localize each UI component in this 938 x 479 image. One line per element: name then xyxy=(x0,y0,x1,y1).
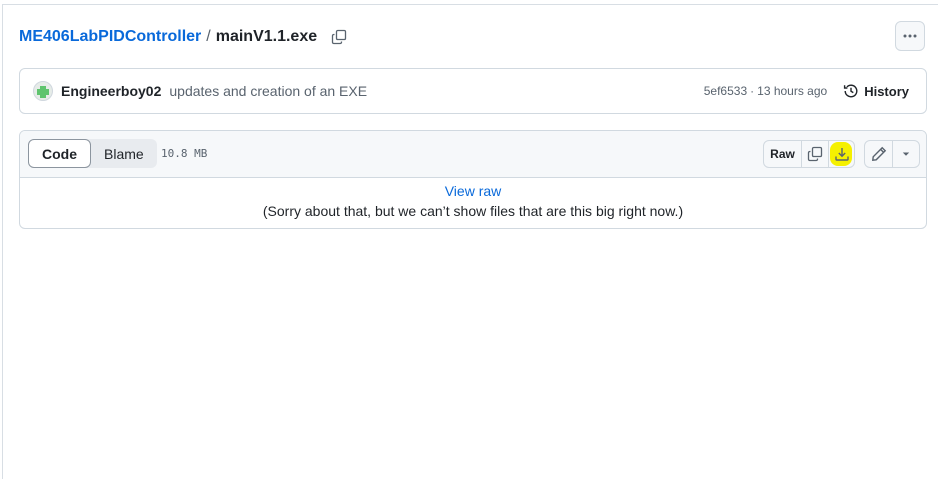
download-raw-button[interactable] xyxy=(829,141,854,167)
file-viewer: Code Blame 10.8 MB Raw View raw (Sorry a… xyxy=(19,130,927,229)
breadcrumb-separator: / xyxy=(206,28,211,45)
raw-actions-group: Raw xyxy=(763,140,855,168)
edit-actions-group xyxy=(864,140,920,168)
commit-sha[interactable]: 5ef6533 xyxy=(704,84,747,98)
breadcrumb: ME406LabPIDController / mainV1.1.exe xyxy=(19,25,350,49)
history-label: History xyxy=(864,83,909,99)
copy-raw-button[interactable] xyxy=(802,141,829,167)
history-icon xyxy=(844,84,858,98)
tab-code[interactable]: Code xyxy=(28,139,91,168)
code-blame-toggle: Code Blame xyxy=(28,139,157,168)
tab-blame[interactable]: Blame xyxy=(91,139,157,168)
latest-commit-box: Engineerboy02 updates and creation of an… xyxy=(19,68,927,114)
commit-message[interactable]: updates and creation of an EXE xyxy=(169,83,367,99)
raw-button[interactable]: Raw xyxy=(764,141,802,167)
commit-time: 13 hours ago xyxy=(757,84,828,98)
commit-author[interactable]: Engineerboy02 xyxy=(61,83,161,99)
file-body: View raw (Sorry about that, but we can’t… xyxy=(20,178,926,222)
kebab-horizontal-icon xyxy=(903,34,917,38)
copy-icon xyxy=(331,29,347,45)
download-icon xyxy=(834,148,849,161)
file-too-large-message: (Sorry about that, but we can’t show fil… xyxy=(262,203,684,219)
triangle-down-icon xyxy=(902,152,910,156)
more-edit-options-dropdown[interactable] xyxy=(893,141,919,167)
copy-path-button[interactable] xyxy=(328,26,350,48)
more-options-button[interactable] xyxy=(895,21,925,51)
breadcrumb-repo-link[interactable]: ME406LabPIDController xyxy=(19,28,201,46)
breadcrumb-file-name: mainV1.1.exe xyxy=(215,28,318,45)
view-raw-link[interactable]: View raw xyxy=(445,182,502,201)
commit-meta-separator: · xyxy=(750,84,755,98)
edit-file-button[interactable] xyxy=(865,141,893,167)
file-header: Code Blame 10.8 MB Raw xyxy=(20,131,926,178)
file-size: 10.8 MB xyxy=(161,147,208,160)
copy-icon xyxy=(807,146,823,162)
history-button[interactable]: History xyxy=(843,83,909,99)
avatar[interactable] xyxy=(33,81,53,101)
commit-meta: 5ef6533 · 13 hours ago History xyxy=(704,83,909,99)
pencil-icon xyxy=(871,146,886,161)
